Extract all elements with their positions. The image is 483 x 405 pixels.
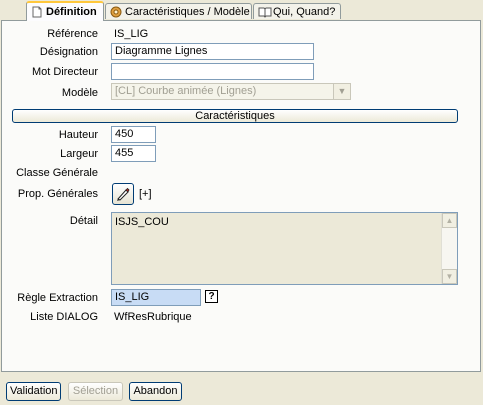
abandon-button[interactable]: Abandon <box>129 382 182 401</box>
detail-label: Détail <box>69 215 98 227</box>
modele-select[interactable]: [CL] Courbe animée (Lignes) ▼ <box>111 83 351 100</box>
help-icon[interactable]: ? <box>205 290 218 303</box>
modele-value: [CL] Courbe animée (Lignes) <box>115 85 257 97</box>
selection-button[interactable]: Sélection <box>68 382 123 401</box>
largeur-label: Largeur <box>60 148 98 160</box>
largeur-field[interactable]: 455 <box>111 145 156 162</box>
designation-label: Désignation <box>39 46 98 58</box>
detail-textarea[interactable]: ISJS_COU ▲ ▼ <box>111 212 458 285</box>
hauteur-field[interactable]: 450 <box>111 126 156 143</box>
gear-icon <box>110 6 122 18</box>
prop-generales-edit-button[interactable] <box>112 183 134 205</box>
regle-extraction-field[interactable]: IS_LIG <box>111 289 201 306</box>
chevron-down-icon[interactable]: ▼ <box>333 84 350 99</box>
mot-directeur-field[interactable] <box>111 63 314 80</box>
page-icon <box>31 6 43 18</box>
reference-value: IS_LIG <box>114 28 149 40</box>
hand-pencil-icon <box>117 187 130 201</box>
tab-bar: Définition Caractéristiques / Modèle Qui… <box>0 0 483 21</box>
tab-caracteristiques-modele[interactable]: Caractéristiques / Modèle <box>105 3 252 19</box>
tab-label: Qui, Quand? <box>273 5 336 18</box>
prop-generales-label: Prop. Générales <box>17 188 98 200</box>
prop-generales-expand[interactable]: [+] <box>139 188 152 200</box>
detail-value: ISJS_COU <box>115 216 169 228</box>
designation-field[interactable]: Diagramme Lignes <box>111 43 314 60</box>
scroll-up-icon[interactable]: ▲ <box>442 213 457 228</box>
validation-button[interactable]: Validation <box>6 382 61 401</box>
hauteur-label: Hauteur <box>58 129 98 141</box>
caracteristiques-section-button[interactable]: Caractéristiques <box>12 109 458 123</box>
reference-label: Référence <box>47 28 98 40</box>
modele-label: Modèle <box>61 87 98 99</box>
detail-scrollbar[interactable]: ▲ ▼ <box>441 213 457 284</box>
liste-dialog-label: Liste DIALOG <box>30 311 98 323</box>
tab-qui-quand[interactable]: Qui, Quand? <box>253 3 341 19</box>
regle-extraction-label: Règle Extraction <box>17 292 98 304</box>
book-icon <box>258 6 272 18</box>
classe-generale-label: Classe Générale <box>16 167 98 179</box>
tab-definition[interactable]: Définition <box>26 1 104 21</box>
liste-dialog-value: WfResRubrique <box>114 311 192 323</box>
scroll-down-icon[interactable]: ▼ <box>442 269 457 284</box>
tab-label: Définition <box>46 6 97 18</box>
mot-directeur-label: Mot Directeur <box>31 66 98 78</box>
tab-label: Caractéristiques / Modèle <box>125 5 250 18</box>
